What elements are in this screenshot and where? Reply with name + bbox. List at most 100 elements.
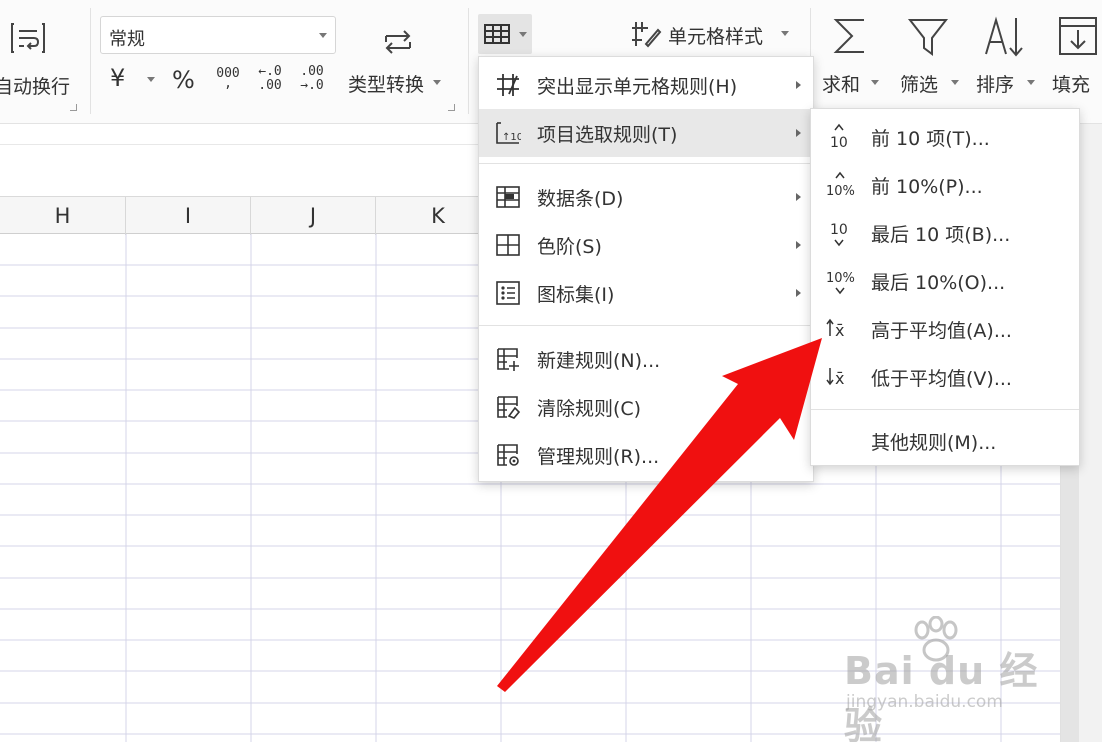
baidu-watermark: Bai du 经验 jingyan.baidu.com [844,616,1054,742]
below-average-icon: x̄ [825,362,855,392]
submenu-item-bottom-10-percent[interactable]: 10% 最后 10%(O)... [811,257,1079,305]
menu-item-manage-rules[interactable]: 管理规则(R)... [479,431,813,479]
type-convert-button[interactable]: 类型转换 [344,12,454,104]
submenu-label: 最后 10%(O)... [871,272,1006,294]
number-group-launcher[interactable] [448,104,455,111]
percent-button[interactable]: % [172,66,195,94]
svg-text:10: 10 [830,222,848,238]
submenu-label: 最后 10 项(B)... [871,224,1011,246]
filter-button[interactable]: 筛选 [896,12,964,104]
submenu-label: 其他规则(M)... [871,432,997,454]
submenu-label: 高于平均值(A)... [871,320,1012,342]
menu-item-top-bottom-rules[interactable]: ↑10 项目选取规则(T) [479,109,813,157]
chevron-down-icon [1027,80,1035,85]
increase-decimal-button[interactable]: .00 →.0 [296,64,330,96]
sort-az-icon [985,16,1023,57]
color-scales-icon [496,234,520,256]
highlight-rules-icon [497,74,519,96]
svg-text:10: 10 [830,135,848,151]
currency-button[interactable]: ¥ [108,64,158,96]
chevron-down-icon [951,80,959,85]
decrease-decimal-button[interactable]: ←.0 .00 [254,64,288,96]
menu-item-data-bars[interactable]: 数据条(D) [479,173,813,221]
top-10-percent-icon: 10% [825,170,855,200]
menu-label: 新建规则(N)... [537,350,661,372]
menu-label: 数据条(D) [537,188,624,210]
submenu-item-top-10-percent[interactable]: 10% 前 10%(P)... [811,161,1079,209]
table-grid-icon [484,24,510,44]
svg-text:10%: 10% [826,271,855,286]
decrease-decimal-icon: ←.0 [258,64,282,79]
submenu-label: 低于平均值(V)... [871,368,1012,390]
number-format-value: 常规 [109,29,145,50]
cell-style-button[interactable]: 单元格样式 [630,16,798,54]
number-format-select[interactable]: 常规 [100,16,336,54]
submenu-item-above-average[interactable]: x̄ 高于平均值(A)... [811,305,1079,353]
menu-item-color-scales[interactable]: 色阶(S) [479,221,813,269]
submenu-item-other-rules[interactable]: 其他规则(M)... [811,417,1079,465]
new-rule-icon [497,348,519,371]
sum-button[interactable]: 求和 [820,12,886,104]
type-convert-icon [385,30,411,54]
submenu-item-top-10-items[interactable]: 10 前 10 项(T)... [811,113,1079,161]
submenu-arrow-icon [796,193,801,201]
submenu-arrow-icon [796,289,801,297]
svg-text:x̄: x̄ [835,369,844,388]
menu-label: 管理规则(R)... [537,446,660,468]
svg-text:x̄: x̄ [835,321,844,340]
submenu-item-below-average[interactable]: x̄ 低于平均值(V)... [811,353,1079,401]
submenu-arrow-icon [796,241,801,249]
menu-item-new-rule[interactable]: 新建规则(N)... [479,335,813,383]
top-bottom-rules-icon: ↑10 [496,122,521,144]
type-convert-label: 类型转换 [348,74,425,96]
svg-text:↑10: ↑10 [502,132,521,143]
submenu-arrow-icon [796,81,801,89]
clear-rules-icon [497,396,521,419]
column-header-h[interactable]: H [0,197,126,235]
bottom-10-icon: 10 [825,218,855,248]
fill-down-icon [1059,17,1097,55]
thousands-separator-button[interactable]: 000 , [212,66,246,96]
sum-label: 求和 [822,74,861,96]
sort-label: 排序 [976,74,1015,96]
top-bottom-rules-submenu: 10 前 10 项(T)... 10% 前 10%(P)... 10 最后 10… [810,108,1080,466]
top-10-icon: 10 [825,122,855,152]
submenu-label: 前 10 项(T)... [871,128,990,150]
menu-item-icon-sets[interactable]: 图标集(I) [479,269,813,317]
chevron-down-icon [519,32,527,37]
cell-style-brush-icon [632,22,662,48]
menu-label: 色阶(S) [537,236,602,258]
funnel-icon [907,19,949,56]
menu-label: 突出显示单元格规则(H) [537,76,738,98]
conditional-format-menu: 突出显示单元格规则(H) ↑10 项目选取规则(T) 数据条(D) 色阶(S) [478,56,814,482]
filter-label: 筛选 [900,74,939,96]
fill-label: 填充 [1052,74,1091,96]
menu-item-clear-rules[interactable]: 清除规则(C) [479,383,813,431]
wrap-text-icon [11,23,45,53]
sigma-icon [833,19,864,53]
watermark-url: jingyan.baidu.com [846,692,1003,712]
submenu-arrow-icon [796,129,801,137]
wrap-text-label: 自动换行 [0,76,71,98]
menu-label: 图标集(I) [537,284,615,306]
increase-decimal-icon: .00 [300,64,324,79]
manage-rules-icon [497,444,519,466]
conditional-format-button[interactable] [478,14,532,54]
wrap-text-button[interactable]: 自动换行 [0,10,80,105]
watermark-logo: Bai du 经验 [844,649,1039,742]
chevron-down-icon [781,31,789,36]
menu-item-highlight-cell-rules[interactable]: 突出显示单元格规则(H) [479,61,813,109]
menu-label: 清除规则(C) [537,398,642,420]
svg-text:10%: 10% [826,184,855,199]
submenu-item-bottom-10-items[interactable]: 10 最后 10 项(B)... [811,209,1079,257]
chevron-down-icon [433,80,441,85]
column-header-j[interactable]: J [251,197,376,235]
fill-button[interactable]: 填充 [1050,12,1102,104]
chevron-down-icon [871,80,879,85]
column-header-i[interactable]: I [126,197,251,235]
sort-button[interactable]: 排序 [974,12,1044,104]
menu-label: 项目选取规则(T) [537,124,678,146]
above-average-icon: x̄ [825,314,855,344]
alignment-group-launcher[interactable] [70,104,77,111]
chevron-down-icon [319,33,327,38]
